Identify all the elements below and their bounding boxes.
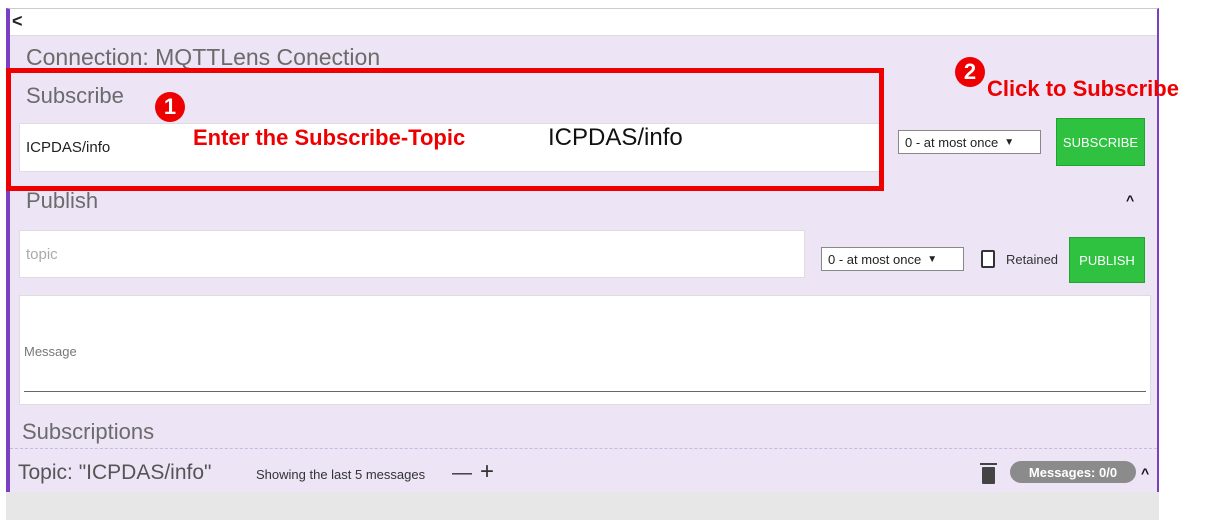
step2-instruction: Click to Subscribe [987,76,1179,101]
chevron-left-icon[interactable]: < [12,12,23,30]
messages-count-badge: Messages: 0/0 [1010,461,1136,483]
connection-title: Connection: MQTTLens Conection [26,44,381,70]
plus-icon[interactable]: + [480,460,494,484]
publish-qos-value: 0 - at most once [828,251,922,267]
publish-button[interactable]: PUBLISH [1069,237,1145,283]
chevron-up-icon[interactable]: ^ [1141,465,1149,481]
publish-qos-select[interactable]: 0 - at most once ▼ [821,247,964,271]
step2-badge: 2 [955,57,985,87]
message-underline [24,391,1146,392]
step1-topic-example: ICPDAS/info [548,124,683,151]
chevron-up-icon[interactable]: ^ [1126,192,1134,208]
step1-badge: 1 [155,92,185,122]
subscribe-qos-value: 0 - at most once [905,134,999,150]
publish-heading: Publish [26,188,99,213]
dropdown-arrow-icon: ▼ [1004,136,1015,148]
trash-icon[interactable] [980,463,997,484]
bottom-area [6,492,1159,520]
top-bar [10,9,1157,36]
step1-instruction: Enter the Subscribe-Topic [193,125,466,150]
subscription-topic-title: Topic: "ICPDAS/info" [18,461,212,484]
retained-label: Retained [1006,252,1059,267]
subscribe-button[interactable]: SUBSCRIBE [1056,118,1145,166]
dropdown-arrow-icon: ▼ [927,253,938,265]
subscribe-qos-select[interactable]: 0 - at most once ▼ [898,130,1041,154]
publish-topic-input[interactable]: topic [19,230,805,278]
showing-messages-text: Showing the last 5 messages [256,467,426,482]
minus-icon[interactable]: — [452,463,472,483]
subscriptions-heading: Subscriptions [22,419,155,444]
message-textarea[interactable]: Message [19,295,1151,405]
retained-checkbox[interactable] [981,250,995,268]
message-placeholder: Message [24,344,77,359]
subscription-topic-row: Topic: "ICPDAS/info" Showing the last 5 … [10,448,1157,493]
